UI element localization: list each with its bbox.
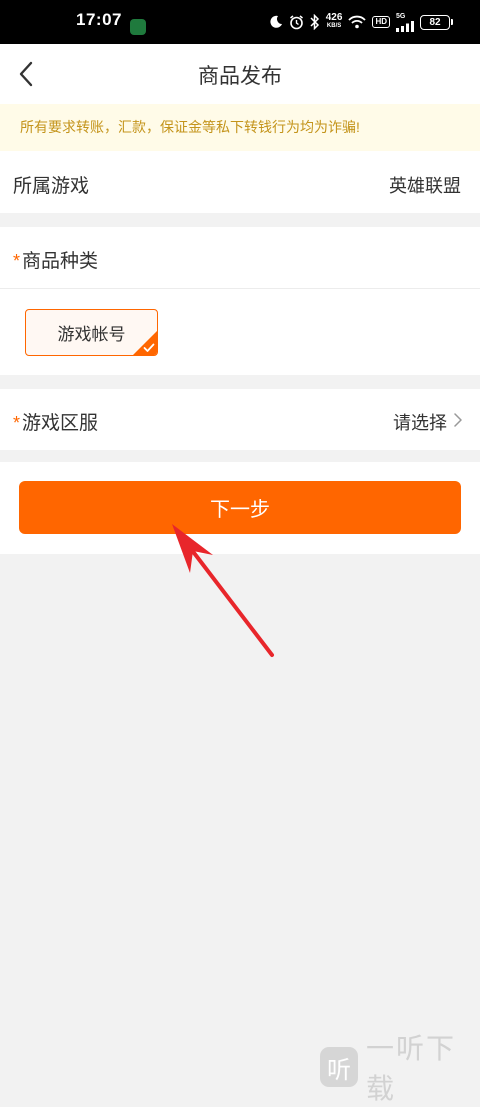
moon-icon (270, 15, 282, 28)
game-value: 英雄联盟 (389, 176, 461, 196)
net-speed-value: 426 (325, 12, 343, 23)
watermark: 听 一听下载 (320, 1027, 480, 1107)
bluetooth-icon (310, 14, 319, 30)
check-icon (143, 343, 155, 352)
game-row[interactable]: 所属游戏 英雄联盟 (0, 151, 480, 213)
nav-bar: 商品发布 (0, 44, 480, 104)
signal-group: 5G (396, 13, 414, 32)
fraud-notice: 所有要求转账，汇款，保证金等私下转钱行为均为诈骗! (0, 104, 480, 151)
category-label: 商品种类 (22, 251, 99, 272)
net-speed-unit: KB/S (326, 23, 342, 29)
server-value: 请选择 (393, 413, 447, 433)
required-mark: * (13, 251, 21, 271)
game-label: 所属游戏 (13, 176, 90, 197)
required-mark: * (13, 413, 21, 433)
server-row[interactable]: * 游戏区服 请选择 (0, 389, 480, 450)
page-title: 商品发布 (198, 65, 282, 88)
next-step-button[interactable]: 下一步 (19, 481, 461, 534)
net-speed: 426 KB/S (326, 13, 343, 31)
signal-icon (396, 20, 414, 32)
network-type: 5G (396, 12, 406, 20)
watermark-logo: 听 (320, 1047, 358, 1087)
status-icons: 426 KB/S HD 5G 82 (269, 12, 453, 32)
battery-level: 82 (429, 16, 441, 28)
category-header: * 商品种类 (0, 227, 480, 289)
category-option-game-account[interactable]: 游戏帐号 (25, 309, 158, 356)
category-option-label: 游戏帐号 (57, 325, 126, 344)
hd-badge: HD (372, 16, 390, 28)
category-label-group: * 商品种类 (13, 246, 98, 273)
server-label-group: * 游戏区服 (13, 408, 98, 435)
server-label: 游戏区服 (22, 413, 99, 434)
battery-indicator: 82 (420, 14, 453, 30)
watermark-text: 一听下载 (366, 1033, 457, 1104)
alarm-icon (289, 14, 303, 29)
chevron-right-icon (454, 413, 462, 427)
app-notification-icon (130, 19, 146, 35)
status-time: 17:07 (76, 10, 122, 29)
wifi-icon (348, 15, 367, 29)
status-bar: 17:07 426 KB/S HD 5G 82 (0, 0, 480, 44)
